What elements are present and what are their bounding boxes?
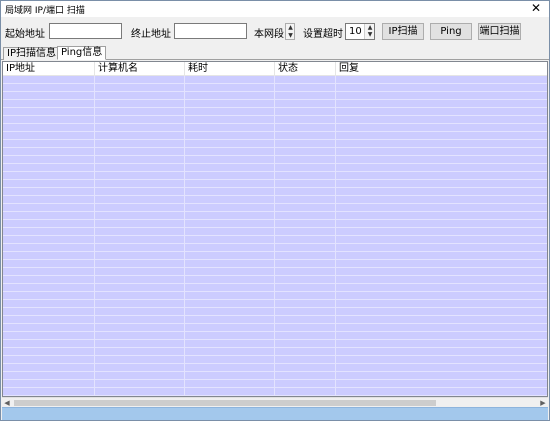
table-body[interactable]	[3, 76, 547, 396]
toolbar: 起始地址 终止地址 本网段 ▲ ▼ 设置超时 10 ▲ ▼ IP扫描 Ping …	[1, 17, 549, 45]
end-address-label: 终止地址	[131, 29, 171, 40]
triangle-down-icon[interactable]: ▼	[287, 32, 294, 39]
triangle-up-icon[interactable]: ▲	[366, 24, 374, 31]
triangle-down-icon[interactable]: ▼	[366, 31, 374, 38]
column-header-status[interactable]: 状态	[275, 62, 336, 76]
column-header-reply[interactable]: 回复	[336, 62, 547, 76]
start-address-label: 起始地址	[5, 29, 45, 40]
port-scan-button[interactable]: 端口扫描	[478, 23, 521, 40]
horizontal-scrollbar[interactable]: ◀ ▶	[2, 397, 548, 407]
table-header: IP地址 计算机名 耗时 状态 回复	[3, 62, 547, 76]
start-address-input[interactable]	[49, 23, 122, 39]
segment-spinner[interactable]: ▲ ▼	[285, 23, 295, 40]
window-title: 局域网 IP/端口 扫描	[5, 6, 85, 16]
timeout-value[interactable]: 10	[349, 26, 362, 37]
tab-ip-scan-info[interactable]: IP扫描信息	[3, 47, 60, 60]
status-bar	[2, 407, 548, 420]
column-header-hostname[interactable]: 计算机名	[95, 62, 185, 76]
app-window: 局域网 IP/端口 扫描 ✕ 起始地址 终止地址 本网段 ▲ ▼ 设置超时 10…	[0, 0, 550, 421]
end-address-input[interactable]	[174, 23, 247, 39]
title-bar: 局域网 IP/端口 扫描 ✕	[1, 1, 549, 17]
ip-scan-button[interactable]: IP扫描	[382, 23, 424, 40]
column-header-ip[interactable]: IP地址	[3, 62, 95, 76]
column-header-elapsed[interactable]: 耗时	[185, 62, 275, 76]
timeout-label: 设置超时	[303, 29, 343, 40]
triangle-up-icon[interactable]: ▲	[287, 24, 294, 31]
ping-button[interactable]: Ping	[430, 23, 472, 40]
tab-ping-info[interactable]: Ping信息	[57, 46, 107, 60]
results-table[interactable]: IP地址 计算机名 耗时 状态 回复	[2, 61, 548, 397]
timeout-spinner[interactable]: ▲ ▼	[364, 24, 374, 39]
close-icon[interactable]: ✕	[529, 1, 543, 15]
tab-strip: IP扫描信息 Ping信息	[1, 45, 549, 60]
scrollbar-thumb[interactable]	[14, 400, 436, 406]
timeout-stepper[interactable]: 10 ▲ ▼	[345, 23, 375, 40]
local-segment-label: 本网段	[254, 29, 284, 40]
